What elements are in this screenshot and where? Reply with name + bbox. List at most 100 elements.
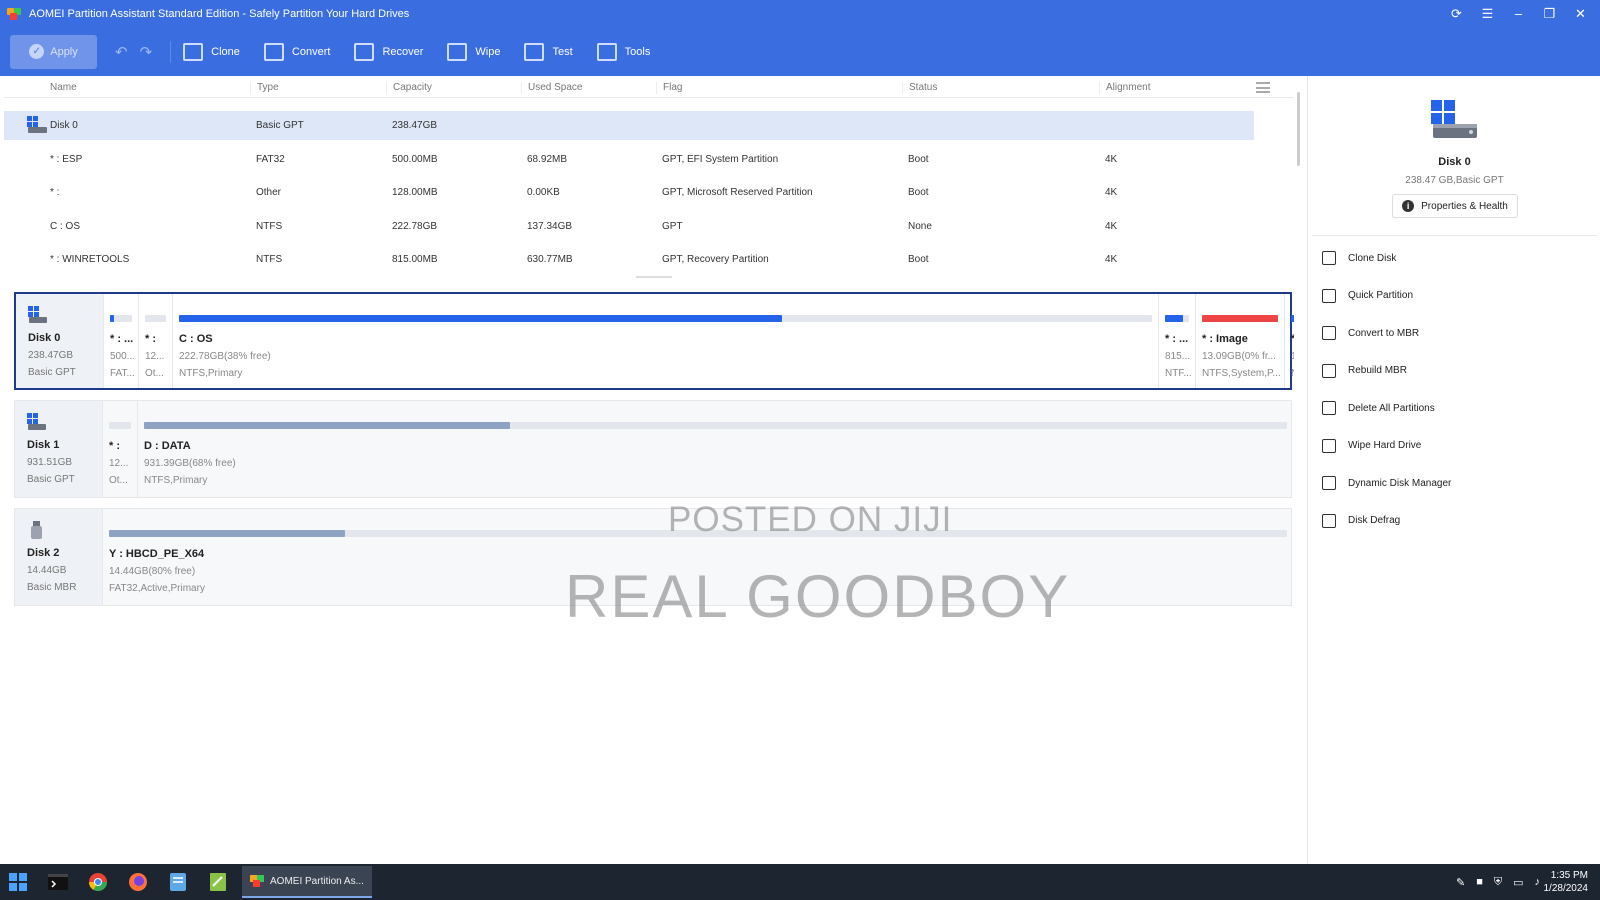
partition-usage-bar [1202,315,1278,322]
partition-info: 12... [145,351,165,362]
wipe-button[interactable]: Wipe [447,42,500,61]
col-status[interactable]: Status [902,82,937,94]
col-name[interactable]: Name [4,82,77,94]
properties-health-button[interactable]: i Properties & Health [1392,194,1518,218]
partition-block[interactable]: D : DATA 931.39GB(68% free) NTFS,Primary [137,401,1293,497]
disk-name: Disk 0 [28,332,61,344]
partition-usage-fill [144,422,510,429]
partition-info: 1... [1291,351,1294,362]
col-alignment[interactable]: Alignment [1099,82,1150,94]
battery-icon[interactable]: ▭ [1513,876,1523,889]
tray-security-icon[interactable]: ⛨ [1494,876,1502,889]
windows-start-icon[interactable] [0,864,36,900]
disk-card[interactable]: Disk 1 931.51GB Basic GPT * : 12... Ot... D : … [14,400,1292,498]
redo-icon[interactable]: ↷ [140,43,153,61]
col-capacity[interactable]: Capacity [386,82,432,94]
partition-block[interactable]: * : 12... Ot... [138,294,172,388]
taskbar-clock[interactable]: 1:35 PM 1/28/2024 [1544,869,1589,895]
partition-type: Ot... [145,368,164,379]
action-label: Delete All Partitions [1348,402,1435,414]
refresh-icon[interactable]: ⟳ [1441,0,1472,27]
cell-used: 137.34GB [527,220,573,232]
app-logo-icon [7,7,23,20]
terminal-icon[interactable] [40,864,76,900]
pane-splitter[interactable] [636,276,672,278]
tray-pen-icon[interactable]: ✎ [1456,876,1465,889]
wipe-icon [447,42,468,61]
action-rebuild-mbr[interactable]: Rebuild MBR [1322,361,1407,381]
test-button[interactable]: Test [524,42,573,61]
disk-summary[interactable]: Disk 2 14.44GB Basic MBR [15,509,102,605]
watermark-line-2: REAL GOODBOY [565,563,1071,630]
cell-status: Boot [908,153,929,165]
action-label: Disk Defrag [1348,515,1401,526]
cell-align: 4K [1105,187,1118,198]
action-delete-all-partitions[interactable]: Delete All Partitions [1322,398,1435,418]
action-label: Wipe Hard Drive [1348,440,1422,451]
partition-type: N... [1291,368,1294,379]
rebuild-mbr-icon [1322,363,1336,378]
tray-color-icon[interactable]: ■ [1476,876,1483,888]
col-flag[interactable]: Flag [656,82,682,94]
disk-icon [28,306,47,323]
disk-summary[interactable]: Disk 0 238.47GB Basic GPT [16,294,103,388]
action-label: Convert to MBR [1348,327,1420,339]
partition-block[interactable]: *... 1... N... [1284,294,1294,388]
partition-usage-bar [109,422,131,429]
partition-usage-bar [179,315,1152,322]
partition-info: 815... [1165,351,1191,362]
apply-button[interactable]: ✓ Apply [10,34,97,69]
panel-divider [1312,235,1597,236]
table-scrollbar[interactable] [1297,92,1300,166]
action-quick-partition[interactable]: Quick Partition [1322,286,1413,306]
editor-icon[interactable] [200,864,236,900]
disk-drive-icon [1431,100,1477,138]
restore-icon[interactable]: ❐ [1534,0,1565,27]
usb-drive-icon [31,521,42,539]
table-row[interactable]: * : ESP FAT32 500.00MB 68.92MB GPT, EFI Syst… [4,145,1254,174]
firefox-icon[interactable] [120,864,156,900]
minimize-icon[interactable]: – [1503,0,1534,27]
action-disk-defrag[interactable]: Disk Defrag [1322,511,1400,531]
cell-used: 0.00KB [527,187,560,198]
partition-usage-fill [109,530,345,537]
partition-type: FAT... [110,368,135,379]
action-label: Quick Partition [1348,290,1414,301]
disk-card[interactable]: Disk 0 238.47GB Basic GPT * : ... 500... FAT.… [14,292,1294,390]
table-row[interactable]: * : WINRETOOLS NTFS 815.00MB 630.77MB GPT, R… [4,245,1254,274]
close-icon[interactable]: ✕ [1565,0,1596,27]
disk-name: Disk 2 [27,547,60,559]
partition-block[interactable]: * : ... 500... FAT... [103,294,138,388]
volume-icon[interactable]: ♪ [1535,876,1541,888]
partition-block[interactable]: C : OS 222.78GB(38% free) NTFS,Primary [172,294,1158,388]
partition-block[interactable]: * : Image 13.09GB(0% fr... NTFS,System,P..… [1195,294,1284,388]
action-dynamic-disk-manager[interactable]: Dynamic Disk Manager [1322,473,1451,493]
disk-size: 14.44GB [27,565,67,576]
action-convert-to-mbr[interactable]: Convert to MBR [1322,323,1419,343]
recover-button[interactable]: Recover [354,42,423,61]
check-icon: ✓ [29,44,45,59]
convert-button[interactable]: Convert [263,42,330,61]
chrome-icon[interactable] [80,864,116,900]
menu-icon[interactable]: ☰ [1472,0,1503,27]
cell-status: None [908,220,932,232]
disk-summary[interactable]: Disk 1 931.51GB Basic GPT [15,401,102,497]
undo-icon[interactable]: ↶ [115,43,128,61]
partition-block[interactable]: * : 12... Ot... [102,401,137,497]
col-used-space[interactable]: Used Space [521,82,582,94]
partition-usage-bar [1165,315,1189,322]
partition-block[interactable]: * : ... 815... NTF... [1158,294,1195,388]
taskbar-aomei-app[interactable]: AOMEI Partition As... [242,866,372,898]
column-settings-icon[interactable] [1256,82,1270,93]
table-row[interactable]: * : Other 128.00MB 0.00KB GPT, Microsoft Res… [4,178,1254,207]
action-clone-disk[interactable]: Clone Disk [1322,248,1396,268]
col-type[interactable]: Type [250,82,279,94]
table-row-disk[interactable]: Disk 0 Basic GPT 238.47GB [4,111,1254,140]
tools-button[interactable]: Tools [596,42,650,61]
action-wipe-hard-drive[interactable]: Wipe Hard Drive [1322,436,1421,456]
file-explorer-icon[interactable] [160,864,196,900]
cell-used: 68.92MB [527,153,568,165]
table-row[interactable]: C : OS NTFS 222.78GB 137.34GB GPT None 4K [4,212,1254,241]
action-label: Dynamic Disk Manager [1348,477,1452,489]
clone-button[interactable]: Clone [183,42,240,61]
